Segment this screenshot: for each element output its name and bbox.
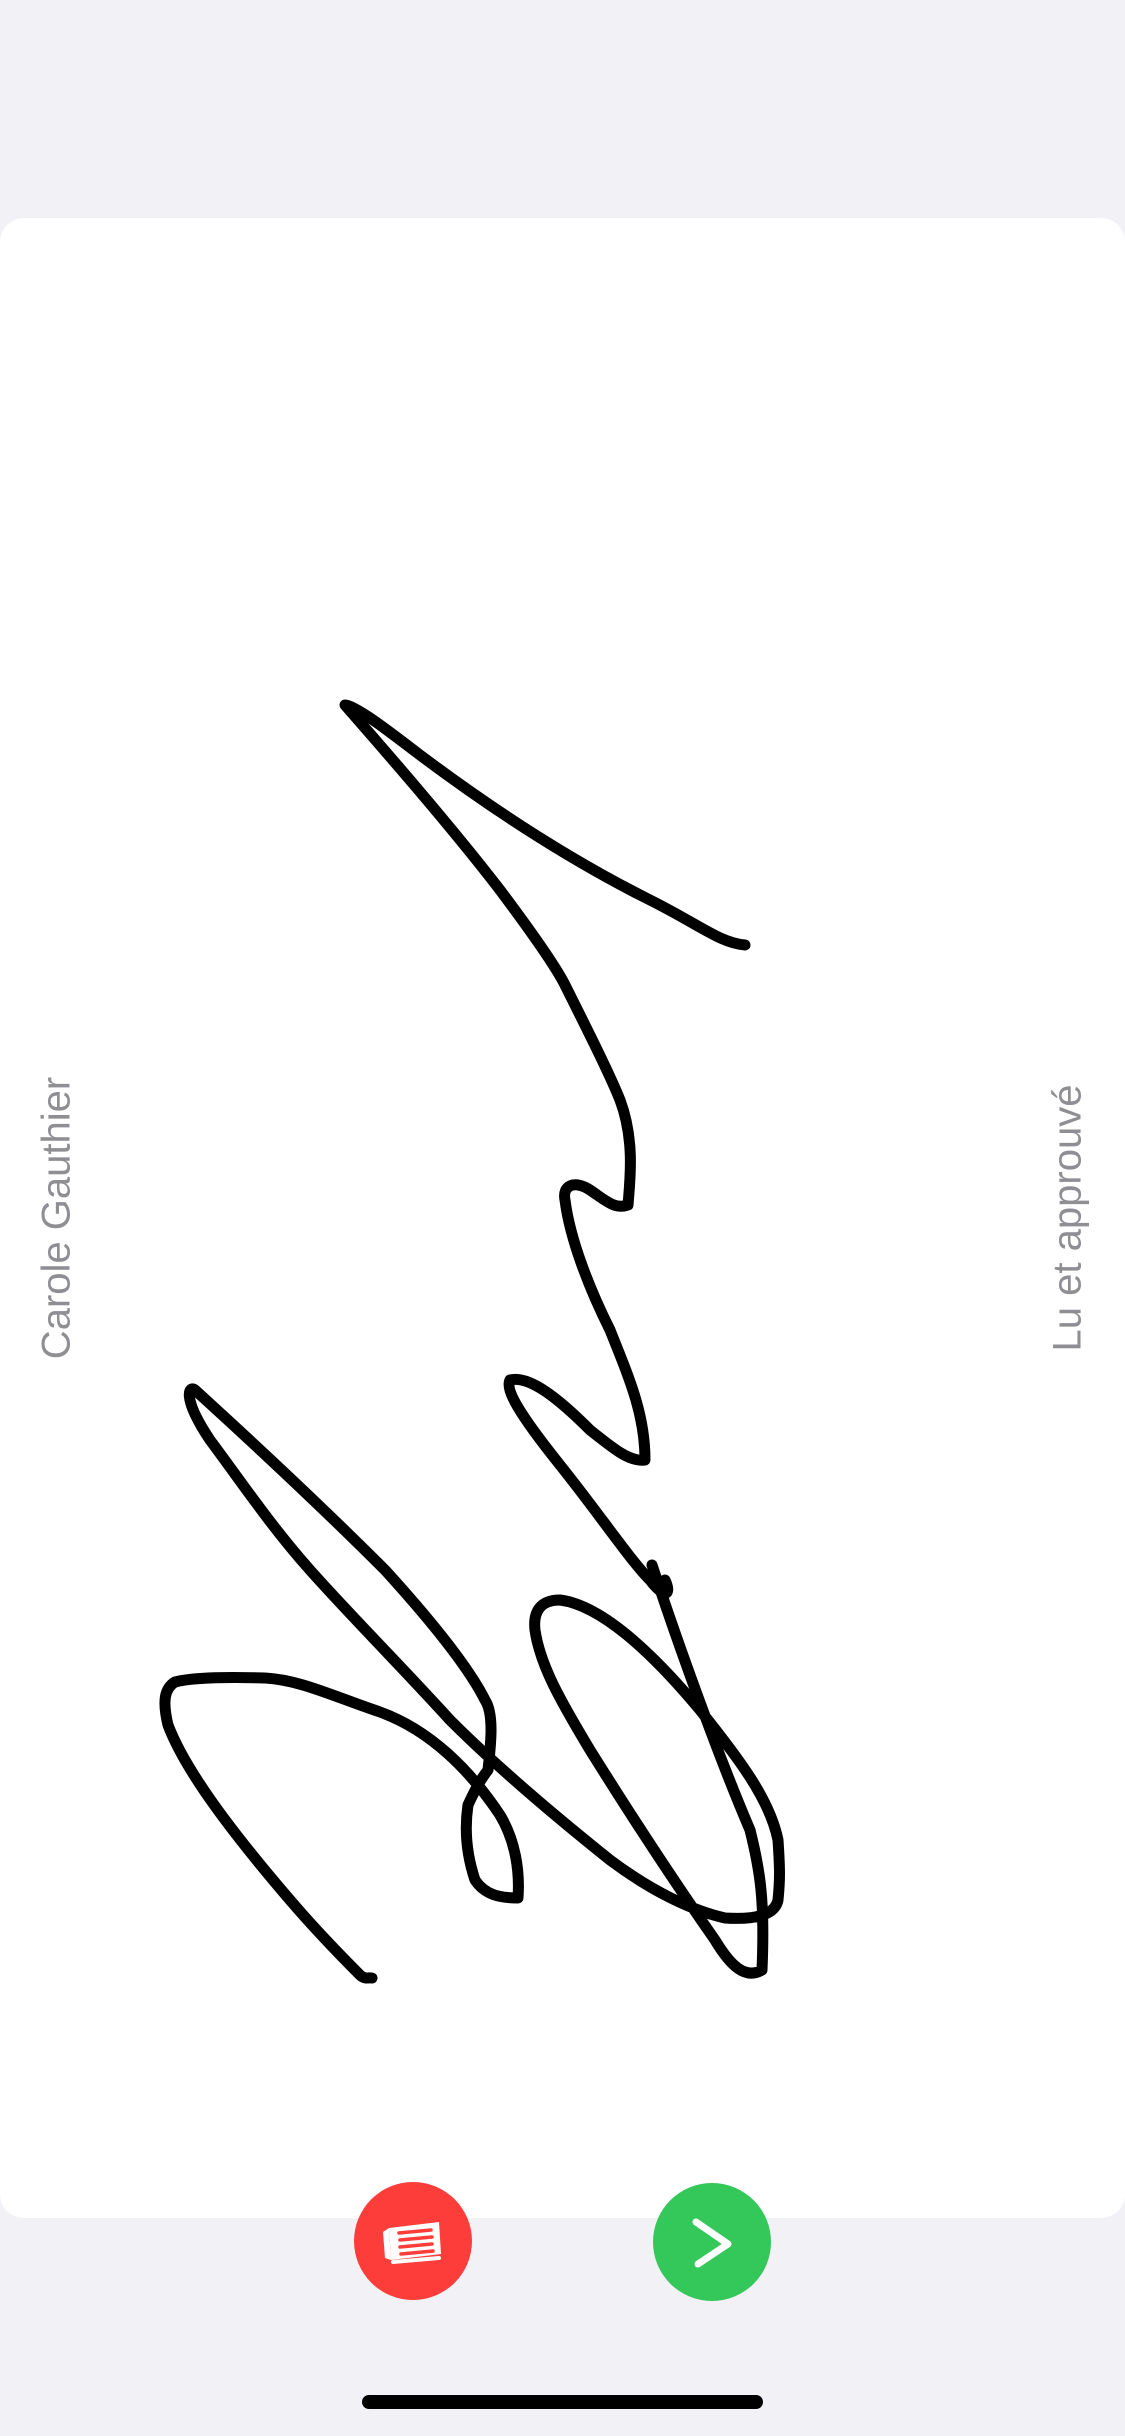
eraser-icon — [383, 2222, 441, 2264]
chevron-right-icon — [692, 2218, 732, 2268]
signature-pad[interactable] — [0, 218, 1125, 2218]
signer-name: Carole Gauthier — [34, 1076, 79, 1360]
signature-screen: Carole Gauthier Lu et approuvé — [0, 0, 1125, 2436]
next-button[interactable] — [653, 2183, 771, 2301]
home-indicator[interactable] — [362, 2395, 763, 2409]
approval-mention: Lu et approuvé — [1045, 1084, 1090, 1352]
clear-signature-button[interactable] — [354, 2182, 472, 2300]
